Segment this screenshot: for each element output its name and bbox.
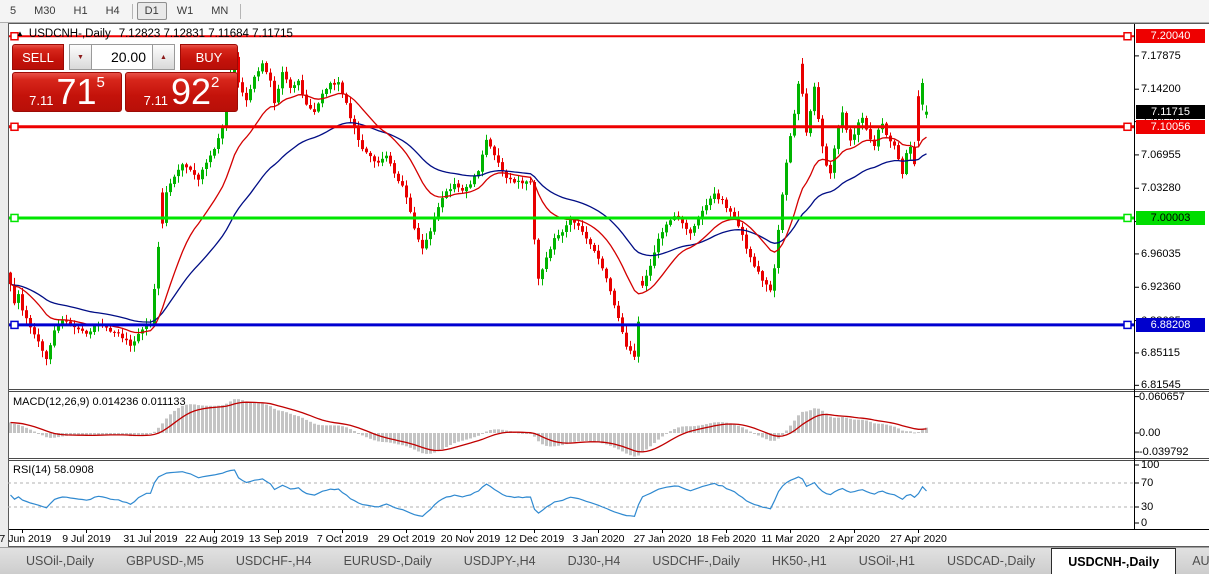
date-label: 2 Apr 2020 xyxy=(829,533,880,545)
tab-eurusddaily[interactable]: EURUSD-,Daily xyxy=(328,548,448,574)
tab-hk50h1[interactable]: HK50-,H1 xyxy=(756,548,843,574)
hline-handle[interactable] xyxy=(10,320,19,330)
buy-price-button[interactable]: 7.11 92 2 xyxy=(125,72,238,112)
one-click-trading-panel: SELL ▼ 20.00 ▲ BUY 7.11 71 5 7.11 92 2 xyxy=(12,44,238,112)
date-label: 7 Oct 2019 xyxy=(316,533,369,545)
chart-marker-icon: ▲ xyxy=(16,29,24,38)
date-label: 22 Aug 2019 xyxy=(185,533,244,545)
price-badge-7.10056: 7.10056 xyxy=(1136,119,1205,134)
hline-handle[interactable] xyxy=(1123,122,1132,132)
sell-price-button[interactable]: 7.11 71 5 xyxy=(12,72,122,112)
sell-price-big: 71 xyxy=(56,71,97,112)
buy-button[interactable]: BUY xyxy=(180,44,238,70)
date-label: 18 Feb 2020 xyxy=(697,533,756,545)
chart-title: ▲ USDCNH-,Daily 7.12823 7.12831 7.11684 7.… xyxy=(16,28,293,40)
buy-price-prefix: 7.11 xyxy=(143,93,168,108)
hline-handle[interactable] xyxy=(10,213,19,223)
price-tick-label: 6.81545 xyxy=(1141,379,1181,392)
date-label: 9 Jul 2019 xyxy=(62,533,111,545)
tab-usdcnhdaily[interactable]: USDCNH-,Daily xyxy=(1051,548,1177,574)
macd-axis-label: -0.039792 xyxy=(1139,446,1189,458)
rsi-label: RSI(14) 58.0908 xyxy=(13,464,94,476)
price-badge-7.11715: 7.11715 xyxy=(1136,104,1205,119)
date-label: 17 Jun 2019 xyxy=(0,533,52,545)
rsi-axis-label: 0 xyxy=(1141,517,1148,529)
symbol-tab-bar: USOil-,Daily GBPUSD-,M5 USDCHF-,H4 EURUSD-,… xyxy=(0,547,1209,574)
price-tick-label: 7.17875 xyxy=(1141,49,1181,62)
sell-button[interactable]: SELL xyxy=(12,44,64,70)
tab-usdchfdaily[interactable]: USDCHF-,Daily xyxy=(636,548,756,574)
trading-terminal: { "toolbar": { "periods": ["5","M30","H1… xyxy=(0,0,1209,574)
price-tick-label: 7.06955 xyxy=(1141,148,1181,161)
buy-price-sup: 2 xyxy=(211,74,220,91)
volume-decrease-icon[interactable]: ▼ xyxy=(69,44,92,70)
tab-dj30h4[interactable]: DJ30-,H4 xyxy=(552,548,637,574)
date-label: 20 Nov 2019 xyxy=(440,533,501,545)
macd-label: MACD(12,26,9) 0.014236 0.011133 xyxy=(13,396,186,408)
macd-axis-label: 0.00 xyxy=(1139,427,1161,439)
hline-handle[interactable] xyxy=(1123,320,1132,330)
rsi-axis-label: 30 xyxy=(1141,501,1154,513)
date-label: 3 Jan 2020 xyxy=(572,533,625,545)
sell-price-sup: 5 xyxy=(96,74,105,91)
price-tick-label: 6.96035 xyxy=(1141,247,1181,260)
price-badge-7.00003: 7.00003 xyxy=(1136,210,1205,225)
tab-audusddaily[interactable]: AUDUSD-,Daily xyxy=(1176,548,1209,574)
tab-usoildaily[interactable]: USOil-,Daily xyxy=(10,548,110,574)
price-tick-label: 7.14200 xyxy=(1141,83,1181,96)
date-label: 31 Jul 2019 xyxy=(123,533,178,545)
volume-increase-icon[interactable]: ▲ xyxy=(152,44,175,70)
tab-gbpusdm5[interactable]: GBPUSD-,M5 xyxy=(110,548,220,574)
rsi-axis-label: 70 xyxy=(1141,477,1154,489)
price-tick-label: 6.92360 xyxy=(1141,281,1181,294)
date-label: 11 Mar 2020 xyxy=(761,533,820,545)
date-label: 27 Jan 2020 xyxy=(633,533,692,545)
chart-ohlc-quotes: 7.12823 7.12831 7.11684 7.11715 xyxy=(118,28,293,40)
volume-input[interactable]: 20.00 xyxy=(92,44,152,70)
sell-price-prefix: 7.11 xyxy=(29,93,54,108)
volume-stepper: ▼ 20.00 ▲ xyxy=(69,44,175,70)
date-label: 13 Sep 2019 xyxy=(248,533,309,545)
hline-handle[interactable] xyxy=(1123,32,1132,41)
tab-usdchfh4[interactable]: USDCHF-,H4 xyxy=(220,548,328,574)
hline-handle[interactable] xyxy=(10,122,19,132)
price-badge-6.88208: 6.88208 xyxy=(1136,317,1205,332)
hline-handle[interactable] xyxy=(1123,213,1132,223)
macd-axis-label: 0.060657 xyxy=(1139,390,1185,403)
chart-symbol-period: USDCNH-,Daily xyxy=(28,28,111,40)
date-label: 12 Dec 2019 xyxy=(504,533,565,545)
date-label: 27 Apr 2020 xyxy=(890,533,947,545)
tab-usoilh1[interactable]: USOil-,H1 xyxy=(843,548,931,574)
price-tick-label: 6.85115 xyxy=(1141,346,1180,359)
rsi-axis-label: 100 xyxy=(1141,459,1160,471)
tab-usdcaddaily[interactable]: USDCAD-,Daily xyxy=(931,548,1051,574)
date-label: 29 Oct 2019 xyxy=(377,533,436,545)
price-badge-7.20040: 7.20040 xyxy=(1136,29,1205,44)
tab-usdjpyh4[interactable]: USDJPY-,H4 xyxy=(448,548,552,574)
price-tick-label: 7.03280 xyxy=(1141,182,1181,195)
buy-price-big: 92 xyxy=(170,71,212,112)
